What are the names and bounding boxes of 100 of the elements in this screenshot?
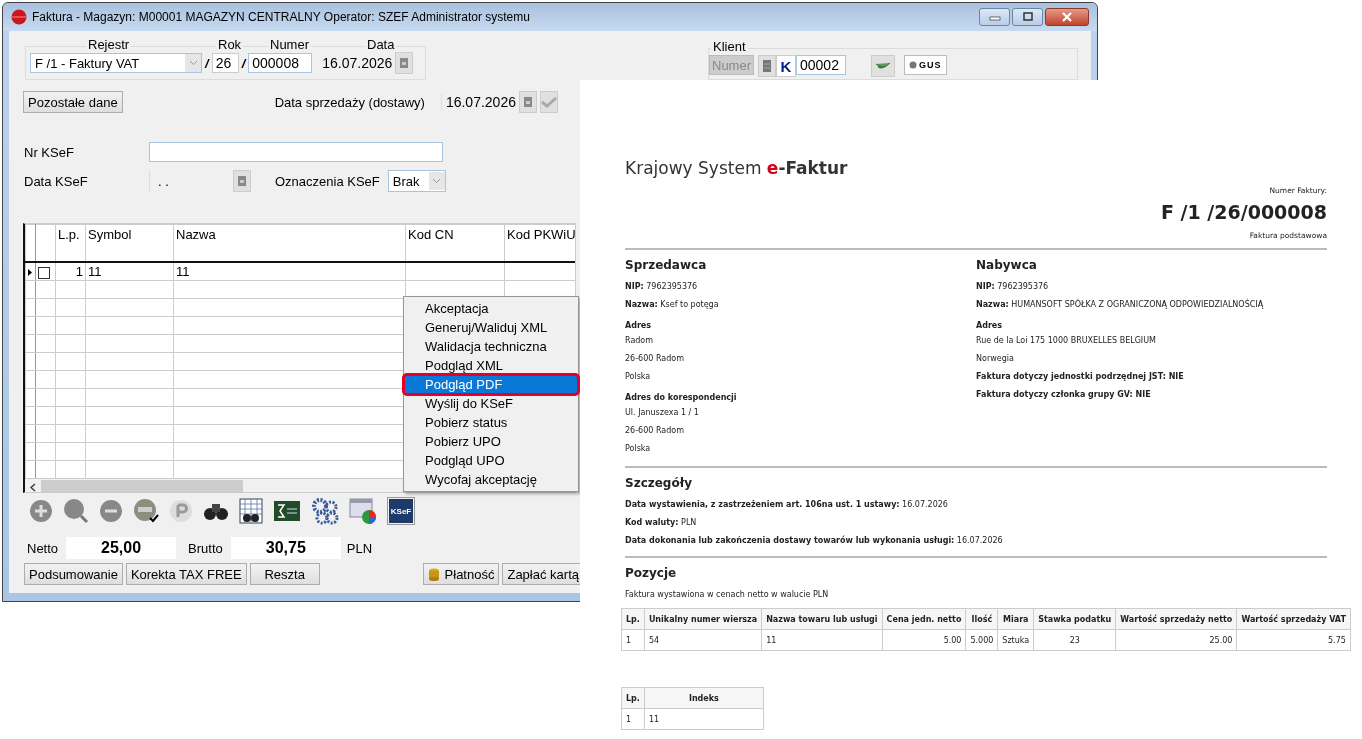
plus-icon[interactable]	[29, 499, 53, 523]
table-cell: Sztuka	[997, 629, 1034, 651]
separator-text: /	[241, 55, 246, 71]
calendar-button[interactable]	[233, 170, 251, 192]
table-cell: 54	[644, 629, 762, 651]
menu-item[interactable]: Wyślij do KSeF	[404, 394, 578, 413]
flag-text: Faktura dotyczy jednostki podrzędnej JST: NIE	[976, 371, 1185, 383]
ksef-date-field[interactable]: . .	[149, 170, 230, 192]
menu-item[interactable]: Walidacja techniczna	[404, 337, 578, 356]
column-header: Lp.	[621, 608, 645, 630]
menu-item[interactable]: Wycofaj akceptację	[404, 470, 578, 489]
table-cell: 1	[621, 629, 645, 651]
address-line: 26-600 Radom	[625, 425, 685, 437]
subsection-heading: Adres do korespondencji	[625, 392, 738, 404]
window-title: Faktura - Magazyn: M00001 MAGAZYN CENTRALNY Operator: SZEF Administrator systemu	[32, 10, 530, 24]
date-value: 16.07.2026	[322, 55, 393, 71]
net-value: 25,00	[66, 537, 177, 559]
field-text: NIP: 7962395376	[625, 281, 699, 293]
table-cell: 1	[75, 264, 83, 279]
calendar-button[interactable]	[519, 91, 537, 113]
field-text: Kod waluty: PLN	[625, 517, 698, 529]
client-number-field[interactable]: 00002	[796, 55, 846, 75]
binoculars-icon[interactable]	[203, 501, 229, 521]
field-text: Nazwa: HUMANSOFT SPÓŁKA Z OGRANICZONĄ ODPOWIEDZIALNOŚCIĄ	[976, 297, 1265, 311]
menu-item[interactable]: Podgląd UPO	[404, 451, 578, 470]
action-button[interactable]: Podsumowanie	[24, 563, 123, 585]
column-header: Wartość sprzedaży netto	[1115, 608, 1237, 630]
address-line: Norwegia	[976, 353, 1015, 365]
action-button[interactable]: Reszta	[249, 563, 320, 585]
gus-button[interactable]: GUS	[904, 55, 947, 75]
table-cell: 25.00	[1115, 629, 1237, 651]
address-line: Polska	[625, 371, 652, 383]
subsection-heading: Adres	[625, 320, 653, 332]
calendar-icon	[523, 96, 533, 108]
menu-item[interactable]: Podgląd PDF	[404, 375, 578, 394]
client-label: Klient	[711, 40, 748, 54]
ksef-number-field[interactable]	[149, 142, 443, 162]
list-button[interactable]	[758, 55, 776, 77]
zoom-icon[interactable]	[63, 498, 89, 524]
menu-item[interactable]: Pobierz UPO	[404, 432, 578, 451]
dot-icon	[909, 61, 917, 69]
minus-icon[interactable]	[99, 499, 123, 523]
address-line: 26-600 Radom	[625, 353, 685, 365]
register-dropdown[interactable]: F /1 - Faktury VAT	[30, 53, 202, 73]
sale-date-field[interactable]: 16.07.2026	[440, 94, 516, 110]
action-button[interactable]: Korekta TAX FREE	[125, 563, 247, 585]
row-checkbox[interactable]	[38, 266, 50, 279]
glasses-icon	[875, 61, 891, 71]
coins-icon	[427, 567, 442, 581]
chart-window-icon[interactable]	[349, 497, 377, 525]
check-icon	[541, 96, 557, 108]
ksef-button[interactable]: KSeF	[387, 497, 415, 525]
app-icon	[11, 9, 27, 25]
list-icon	[762, 59, 772, 73]
sale-date-label: Data sprzedaży (dostawy)	[274, 94, 425, 110]
menu-item[interactable]: Generuj/Waliduj XML	[404, 318, 578, 337]
maximize-button[interactable]	[1012, 8, 1043, 26]
table-cell: 23	[1033, 629, 1116, 651]
calendar-button[interactable]	[395, 52, 414, 74]
minimize-button[interactable]	[979, 8, 1010, 26]
chevron-down-icon	[432, 178, 442, 184]
close-button[interactable]	[1045, 8, 1089, 26]
column-header[interactable]: Symbol	[85, 224, 174, 262]
grid-icon[interactable]	[239, 498, 263, 524]
section-heading: Szczegóły	[625, 476, 693, 490]
number-field[interactable]: 000008	[248, 53, 313, 73]
column-header[interactable]: Kod CN	[405, 224, 505, 262]
column-header: Cena jedn. netto	[882, 608, 966, 630]
year-field[interactable]: 26	[211, 53, 239, 73]
glasses-button[interactable]	[871, 55, 895, 77]
menu-item[interactable]: Pobierz status	[404, 413, 578, 432]
column-header[interactable]: Nazwa	[173, 224, 406, 262]
column-header: Indeks	[644, 687, 764, 709]
sigma-icon[interactable]	[273, 500, 301, 522]
table-cell: 1	[621, 708, 645, 730]
table-cell: 5.75	[1236, 629, 1351, 651]
payment-button[interactable]: Płatność	[422, 563, 500, 585]
menu-item[interactable]: Akceptacja	[404, 299, 578, 318]
gross-label: Brutto	[188, 540, 223, 556]
client-type-label: K	[776, 55, 796, 77]
minimize-icon	[988, 13, 1001, 21]
ksef-marks-dropdown[interactable]: Brak	[387, 170, 446, 192]
menu-item[interactable]: Podgląd XML	[404, 356, 578, 375]
invoice-number: F /1 /26/000008	[1160, 201, 1327, 223]
check-button[interactable]	[540, 91, 558, 113]
table-cell: 5.000	[965, 629, 998, 651]
column-header: Ilość	[965, 608, 998, 630]
field-text: NIP: 7962395376	[976, 281, 1050, 293]
column-header: Miara	[997, 608, 1034, 630]
register-label: Rejestr	[86, 38, 132, 52]
p-icon[interactable]	[169, 499, 193, 523]
scroll-left-icon[interactable]	[30, 482, 36, 492]
date-label: Data	[365, 38, 397, 52]
column-header[interactable]: L.p.	[55, 224, 86, 262]
number-label: Numer	[268, 38, 311, 52]
maximize-icon	[1021, 12, 1034, 22]
subsection-heading: Adres	[976, 320, 1004, 332]
gears-icon[interactable]	[311, 497, 339, 525]
other-data-button[interactable]: Pozostałe dane	[23, 91, 123, 113]
column-header: Nazwa towaru lub usługi	[761, 608, 883, 630]
